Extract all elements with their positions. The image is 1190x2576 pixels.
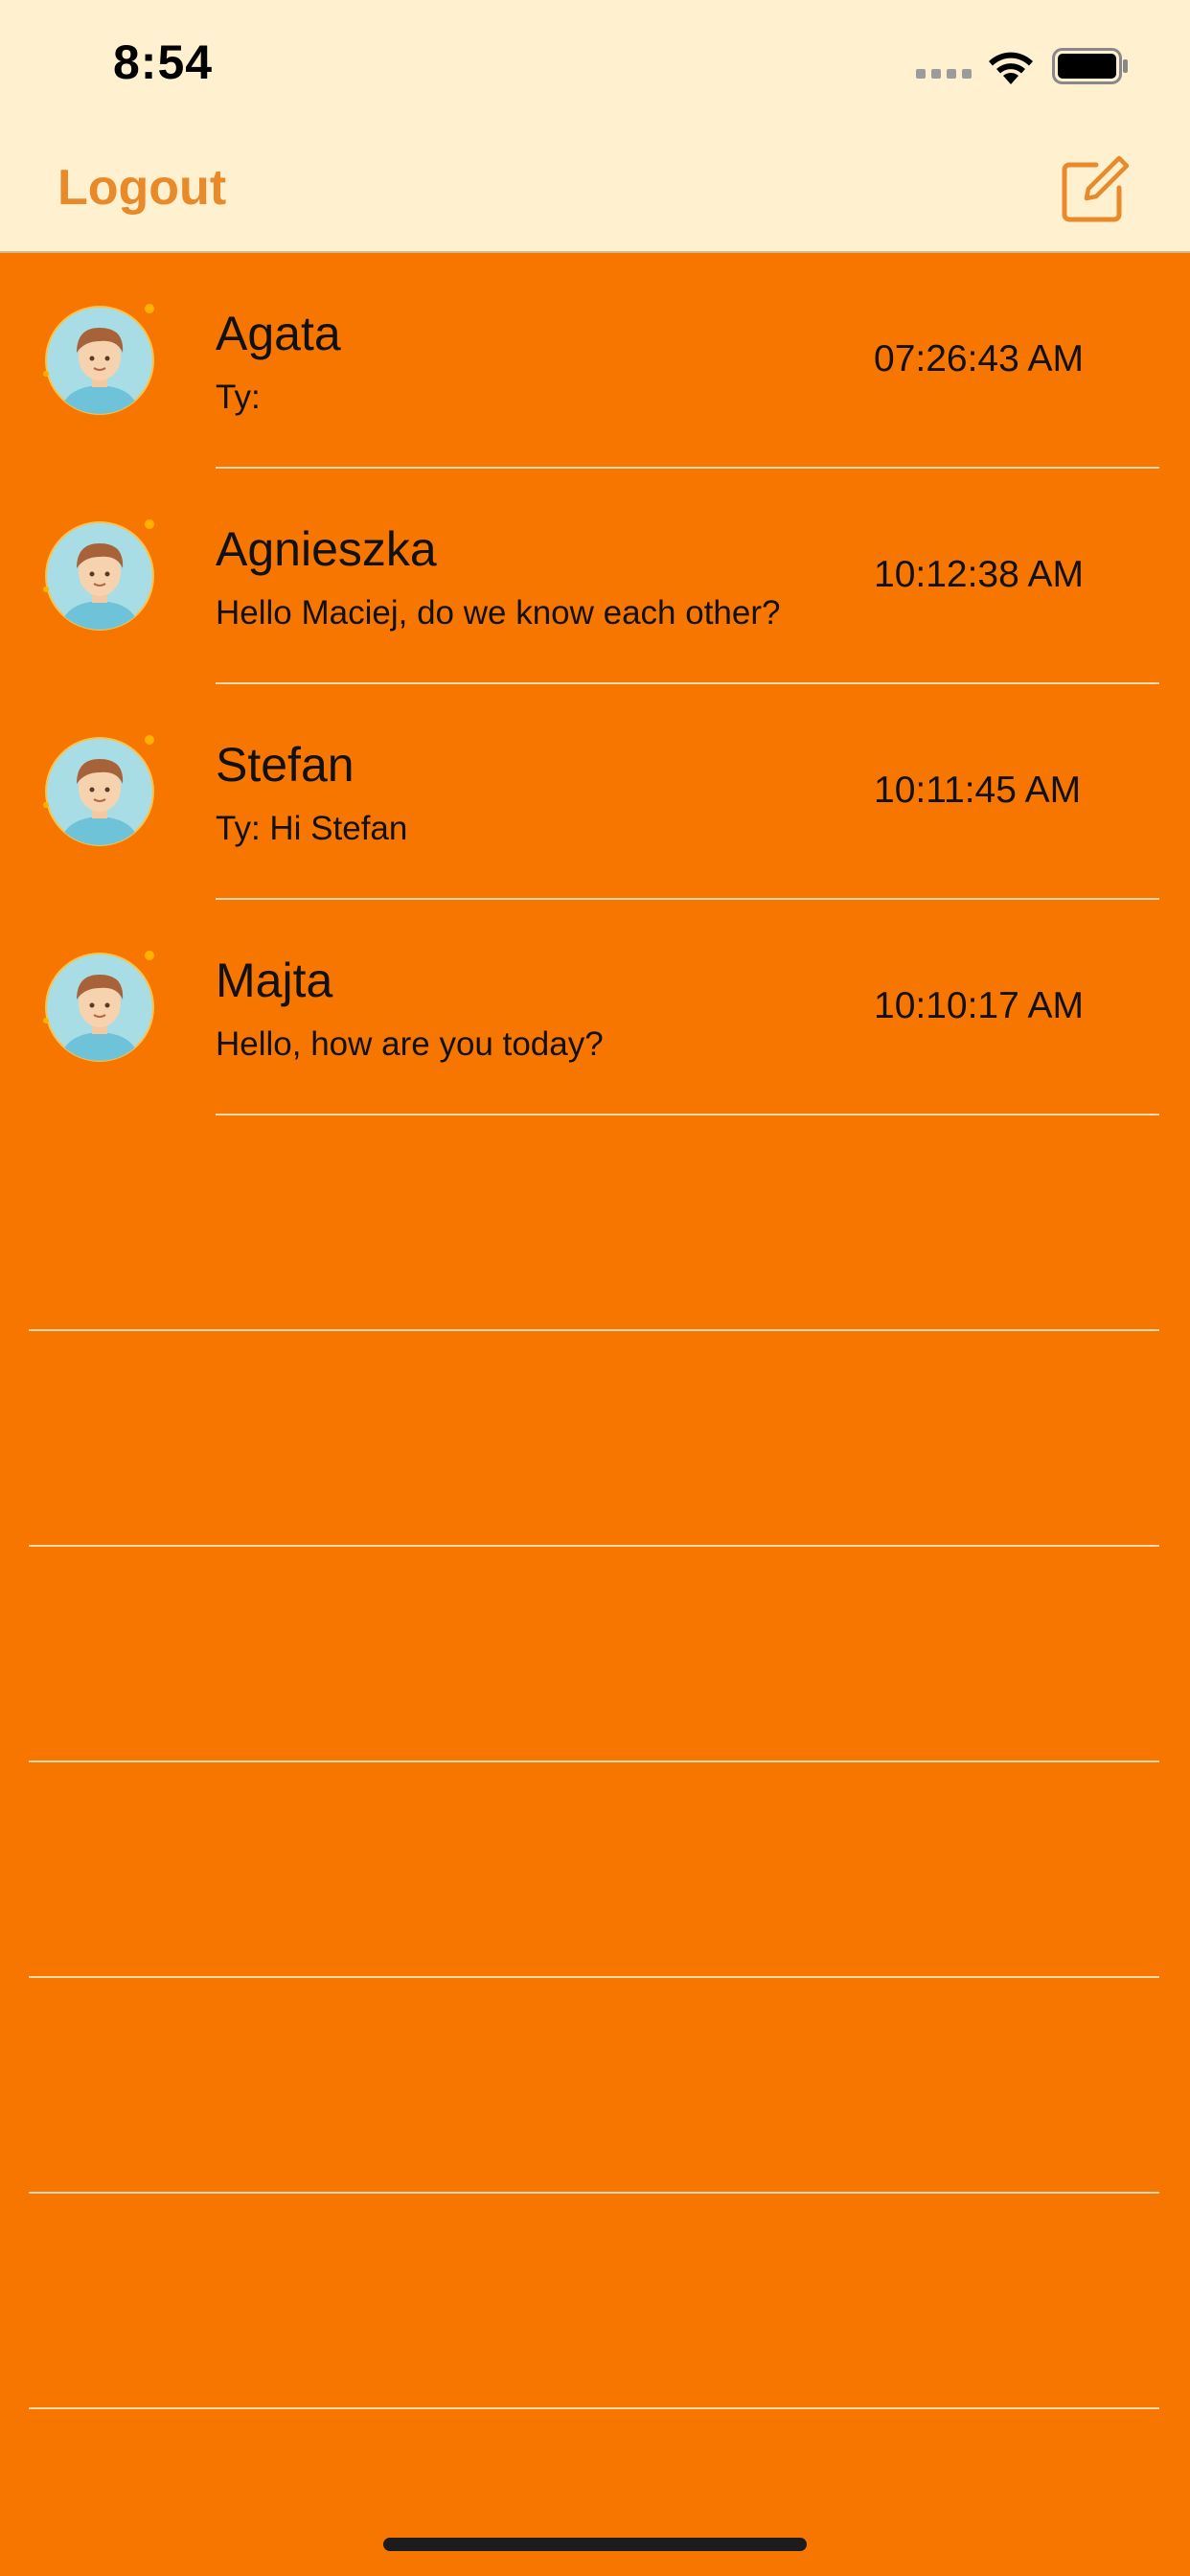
empty-row	[0, 1762, 1190, 1978]
chat-row-majta[interactable]: Majta Hello, how are you today? 10:10:17…	[0, 900, 1190, 1116]
chat-name: Agata	[216, 307, 341, 360]
wifi-icon	[989, 52, 1033, 84]
chat-preview: Ty: Hi Stefan	[216, 810, 408, 847]
home-indicator[interactable]	[383, 2538, 807, 2551]
chat-time: 10:10:17 AM	[874, 985, 1084, 1026]
top-bar: 8:54 Logout	[0, 0, 1190, 253]
empty-row	[0, 1331, 1190, 1547]
chat-name: Stefan	[216, 738, 355, 792]
chat-time: 10:11:45 AM	[874, 770, 1082, 811]
chat-time: 10:12:38 AM	[874, 554, 1084, 595]
chat-row-agnieszka[interactable]: Agnieszka Hello Maciej, do we know each …	[0, 469, 1190, 684]
chat-preview: Ty:	[216, 379, 261, 416]
chat-preview: Hello, how are you today?	[216, 1025, 604, 1063]
cellular-signal-icon	[916, 69, 972, 79]
battery-icon	[1052, 48, 1128, 84]
compose-icon[interactable]	[1060, 153, 1131, 224]
user-avatar-icon	[43, 735, 154, 846]
chat-list-screen: 8:54 Logout Agata Ty: 07:26:43 AM Agnies…	[0, 0, 1190, 2576]
chat-row-stefan[interactable]: Stefan Ty: Hi Stefan 10:11:45 AM	[0, 684, 1190, 900]
chat-list: Agata Ty: 07:26:43 AM Agnieszka Hello Ma…	[0, 253, 1190, 2576]
user-avatar-icon	[43, 519, 154, 631]
status-time: 8:54	[113, 35, 214, 89]
empty-row	[0, 1116, 1190, 1331]
chat-row-agata[interactable]: Agata Ty: 07:26:43 AM	[0, 253, 1190, 469]
chat-time: 07:26:43 AM	[874, 338, 1084, 380]
user-avatar-icon	[43, 304, 154, 415]
chat-preview: Hello Maciej, do we know each other?	[216, 594, 781, 632]
empty-row	[0, 1547, 1190, 1762]
chat-name: Majta	[216, 954, 333, 1007]
empty-row	[0, 2194, 1190, 2409]
empty-row	[0, 1978, 1190, 2194]
user-avatar-icon	[43, 951, 154, 1062]
chat-name: Agnieszka	[216, 522, 437, 576]
logout-button[interactable]: Logout	[57, 159, 226, 217]
